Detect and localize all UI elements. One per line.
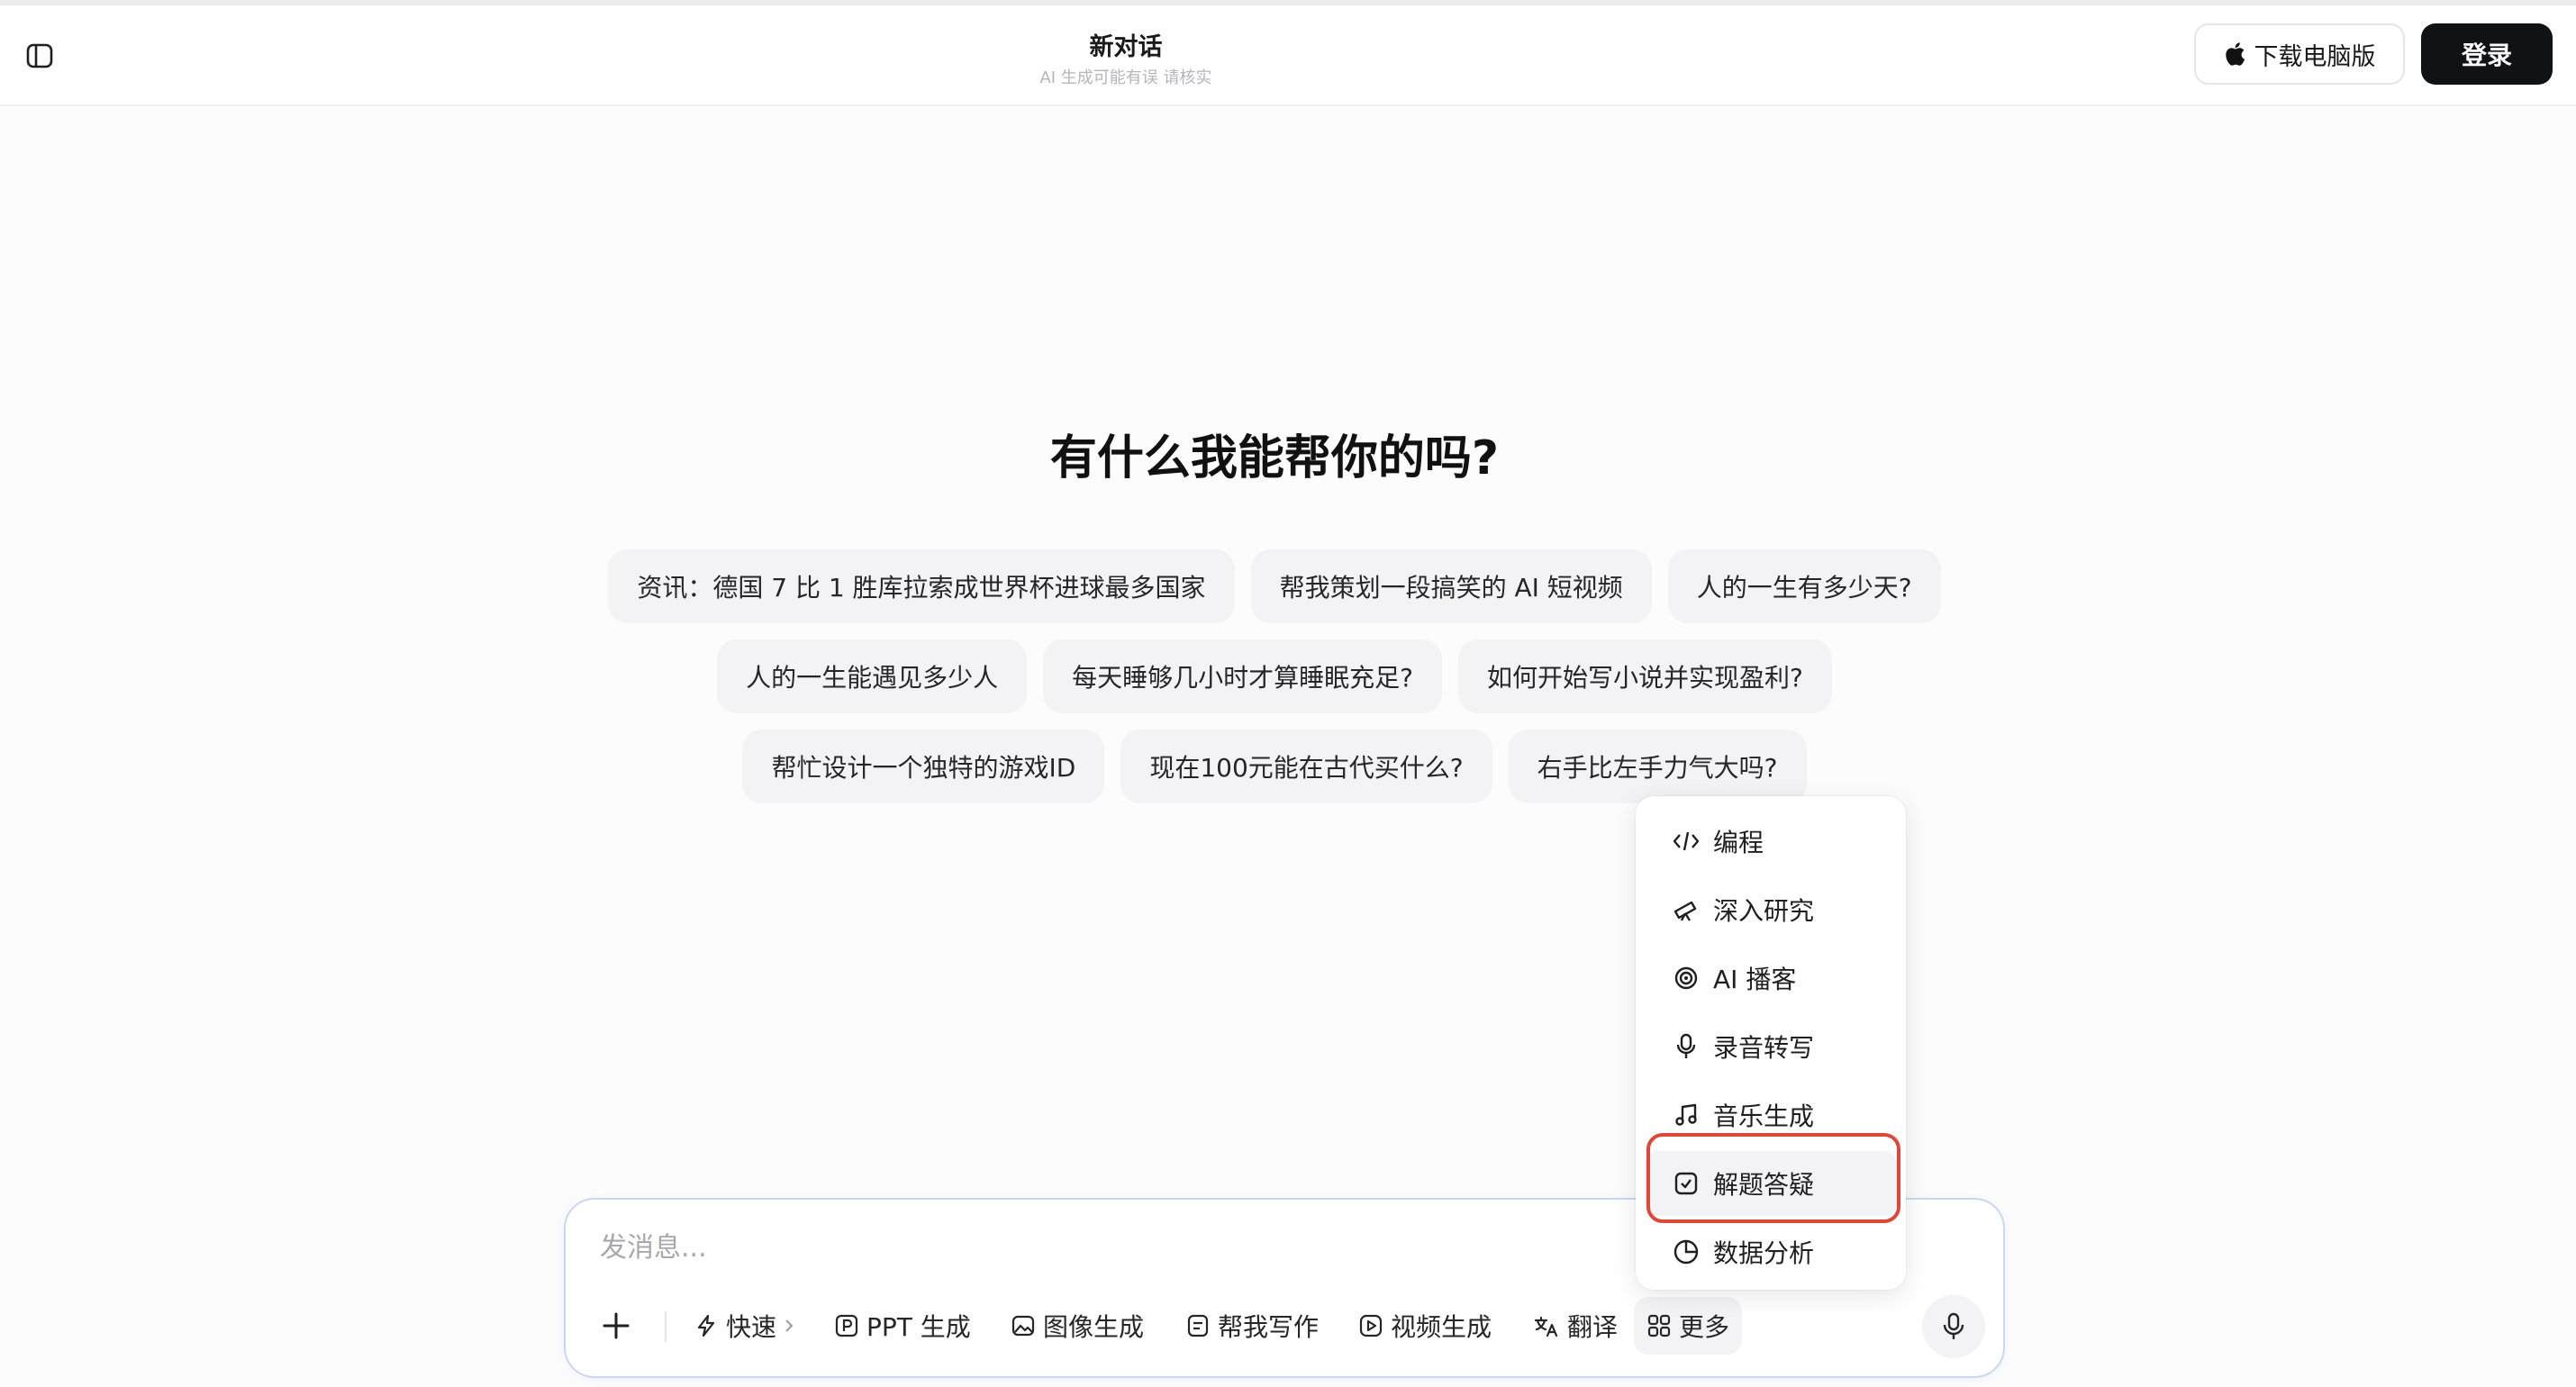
chevron-right-icon <box>785 1319 794 1332</box>
suggestion-chip[interactable]: 人的一生能遇见多少人 <box>717 639 1028 713</box>
menu-item-coding[interactable]: 编程 <box>1645 809 1897 874</box>
ppt-generate-button[interactable]: PPT 生成 <box>834 1297 971 1355</box>
image-icon <box>1011 1315 1035 1337</box>
document-icon <box>1187 1314 1209 1337</box>
suggestion-chip[interactable]: 帮忙设计一个独特的游戏ID <box>742 730 1105 803</box>
microphone-icon <box>1943 1312 1964 1339</box>
plus-icon <box>603 1312 630 1339</box>
suggestion-chip[interactable]: 右手比左手力气大吗? <box>1508 730 1807 803</box>
menu-item-label: 音乐生成 <box>1713 1101 1815 1131</box>
fast-mode-label: 快速 <box>726 1312 777 1342</box>
greeting-heading: 有什么我能帮你的吗? <box>1049 431 1500 485</box>
video-generate-label: 视频生成 <box>1391 1312 1492 1342</box>
translate-button[interactable]: 翻译 <box>1533 1297 1618 1355</box>
message-input[interactable] <box>598 1219 1683 1275</box>
menu-item-label: 编程 <box>1713 828 1764 857</box>
menu-item-label: 录音转写 <box>1713 1033 1815 1063</box>
image-generate-label: 图像生成 <box>1043 1312 1145 1342</box>
menu-item-data-analysis[interactable]: 数据分析 <box>1645 1219 1897 1284</box>
suggestion-row-2: 人的一生能遇见多少人 每天睡够几小时才算睡眠充足? 如何开始写小说并实现盈利? <box>0 639 2549 713</box>
suggestion-row-3: 帮忙设计一个独特的游戏ID 现在100元能在古代买什么? 右手比左手力气大吗? <box>0 730 2549 803</box>
suggestion-chip[interactable]: 帮我策划一段搞笑的 AI 短视频 <box>1250 549 1652 623</box>
fast-mode-button[interactable]: 快速 <box>694 1297 794 1355</box>
suggestion-chip[interactable]: 现在100元能在古代买什么? <box>1120 730 1492 803</box>
video-generate-button[interactable]: 视频生成 <box>1358 1297 1492 1355</box>
sidebar-toggle-icon <box>26 43 53 68</box>
ppt-generate-label: PPT 生成 <box>866 1312 971 1342</box>
writing-assistant-button[interactable]: 帮我写作 <box>1185 1297 1319 1355</box>
menu-item-deep-research[interactable]: 深入研究 <box>1645 877 1897 942</box>
podcast-icon <box>1674 966 1698 990</box>
selection-highlight-ring <box>1646 1133 1900 1223</box>
login-button[interactable]: 登录 <box>2421 23 2553 85</box>
more-tools-label: 更多 <box>1679 1312 1730 1342</box>
suggestion-chip[interactable]: 人的一生有多少天? <box>1667 549 1941 623</box>
toolbar-divider <box>665 1311 667 1342</box>
music-note-icon <box>1675 1103 1697 1126</box>
apple-icon <box>2225 42 2245 66</box>
menu-item-label: 深入研究 <box>1713 896 1815 926</box>
writing-assistant-label: 帮我写作 <box>1218 1312 1320 1342</box>
image-generate-button[interactable]: 图像生成 <box>1011 1297 1144 1355</box>
menu-item-label: 数据分析 <box>1713 1238 1815 1268</box>
translate-icon <box>1534 1316 1558 1337</box>
suggestion-row-1: 资讯：德国 7 比 1 胜库拉索成世界杯进球最多国家 帮我策划一段搞笑的 AI … <box>0 549 2549 623</box>
suggestion-chip[interactable]: 每天睡够几小时才算睡眠充足? <box>1043 639 1442 713</box>
ppt-icon <box>835 1314 858 1337</box>
download-desktop-button[interactable]: 下载电脑版 <box>2194 23 2405 85</box>
voice-input-button[interactable] <box>1922 1295 1985 1358</box>
add-attachment-button[interactable] <box>593 1302 639 1349</box>
sidebar-toggle-button[interactable] <box>22 38 58 74</box>
download-label: 下载电脑版 <box>2254 42 2376 71</box>
more-tools-button[interactable]: 更多 <box>1634 1297 1743 1355</box>
menu-item-label: AI 播客 <box>1713 965 1797 994</box>
pie-chart-icon <box>1673 1239 1699 1265</box>
menu-item-ai-podcast[interactable]: AI 播客 <box>1645 946 1897 1011</box>
microphone-icon <box>1676 1033 1696 1058</box>
code-icon <box>1673 831 1700 851</box>
grid-icon <box>1647 1314 1671 1337</box>
lightning-icon <box>697 1314 715 1337</box>
top-header: 新对话 AI 生成可能有误 请核实 下载电脑版 登录 <box>0 5 2576 106</box>
ai-disclaimer: AI 生成可能有误 请核实 <box>1039 68 1212 87</box>
menu-item-transcription[interactable]: 录音转写 <box>1645 1014 1897 1079</box>
translate-label: 翻译 <box>1567 1312 1619 1342</box>
video-icon <box>1359 1314 1383 1337</box>
suggestion-chip[interactable]: 资讯：德国 7 比 1 胜库拉索成世界杯进球最多国家 <box>608 549 1235 623</box>
telescope-icon <box>1673 901 1697 921</box>
suggestion-chip[interactable]: 如何开始写小说并实现盈利? <box>1458 639 1832 713</box>
conversation-title: 新对话 <box>1089 33 1163 61</box>
